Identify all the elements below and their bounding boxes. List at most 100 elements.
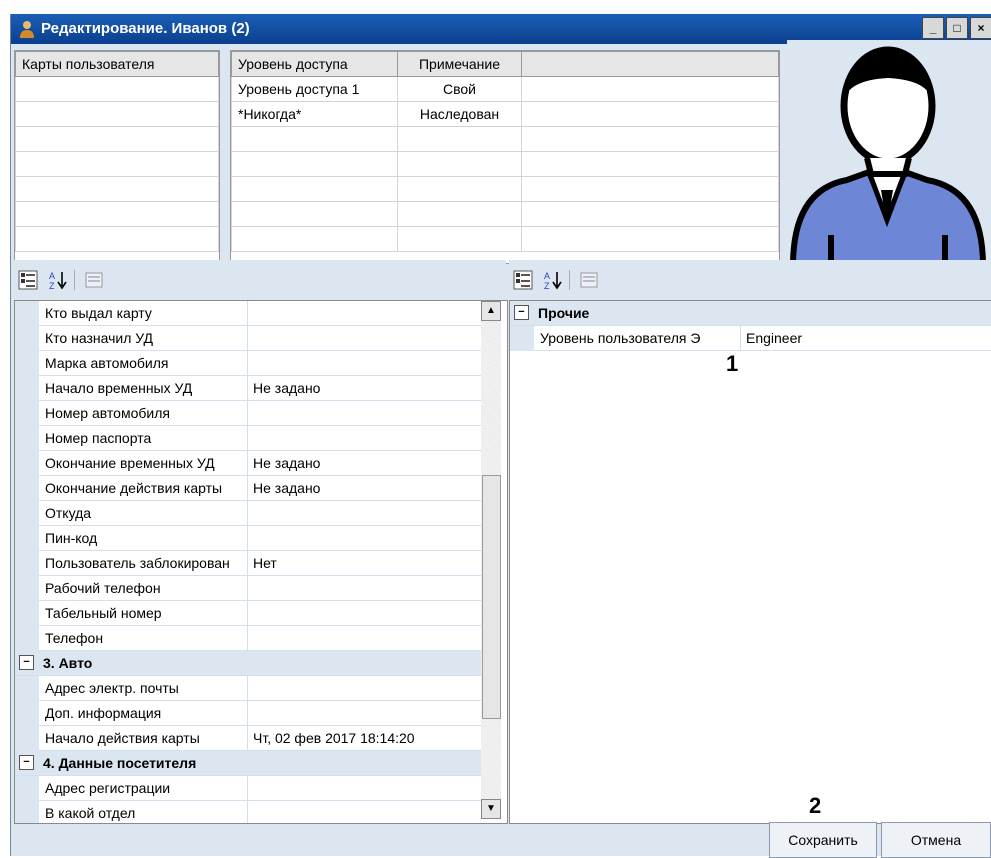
- column-separator[interactable]: [740, 326, 741, 350]
- table-row[interactable]: [15, 101, 219, 127]
- property-row[interactable]: Адрес электр. почты: [15, 676, 481, 701]
- column-separator[interactable]: [247, 526, 248, 550]
- left-property-grid[interactable]: Кто выдал карту Кто назначил УД Марка авто…: [14, 300, 508, 824]
- property-value[interactable]: Нет: [253, 555, 277, 571]
- categorized-icon[interactable]: [513, 270, 533, 290]
- property-name: В какой отдел: [45, 805, 136, 821]
- property-row[interactable]: Номер автомобиля: [15, 401, 481, 426]
- column-separator[interactable]: [247, 576, 248, 600]
- property-name: Марка автомобиля: [45, 355, 169, 371]
- property-row[interactable]: Доп. информация: [15, 701, 481, 726]
- table-row[interactable]: [15, 201, 219, 227]
- property-row[interactable]: Уровень пользователя Э Engineer: [510, 326, 991, 351]
- property-name: Окончание временных УД: [45, 455, 215, 471]
- property-row[interactable]: Начало действия карты Чт, 02 фев 2017 18:…: [15, 726, 481, 751]
- property-row[interactable]: Номер паспорта: [15, 426, 481, 451]
- column-separator[interactable]: [247, 801, 248, 823]
- row-gutter: [15, 626, 39, 651]
- close-button[interactable]: ×: [970, 17, 991, 39]
- table-row[interactable]: [231, 126, 779, 152]
- save-button[interactable]: Сохранить: [769, 822, 877, 858]
- column-separator[interactable]: [247, 351, 248, 375]
- column-separator[interactable]: [247, 301, 248, 325]
- scroll-up-button[interactable]: ▲: [481, 301, 501, 321]
- property-row[interactable]: Табельный номер: [15, 601, 481, 626]
- property-value[interactable]: Не задано: [253, 380, 320, 396]
- property-row[interactable]: Пользователь заблокирован Нет: [15, 551, 481, 576]
- collapse-icon[interactable]: −: [19, 655, 34, 670]
- cancel-button[interactable]: Отмена: [881, 822, 991, 858]
- scroll-down-button[interactable]: ▼: [481, 799, 501, 819]
- column-separator[interactable]: [247, 451, 248, 475]
- user-photo[interactable]: [787, 40, 991, 270]
- property-row[interactable]: Телефон: [15, 626, 481, 651]
- column-separator[interactable]: [247, 376, 248, 400]
- table-row[interactable]: [231, 201, 779, 227]
- table-row[interactable]: [15, 151, 219, 177]
- annotation-marker-2: 2: [809, 793, 822, 818]
- property-row[interactable]: Марка автомобиля: [15, 351, 481, 376]
- property-value[interactable]: Чт, 02 фев 2017 18:14:20: [253, 730, 415, 746]
- row-gutter: [15, 426, 39, 451]
- property-pages-icon[interactable]: [579, 270, 599, 290]
- table-row[interactable]: [231, 151, 779, 177]
- table-row[interactable]: Уровень доступа 1 Свой: [231, 76, 779, 102]
- property-name: Доп. информация: [45, 705, 162, 721]
- column-separator[interactable]: [247, 676, 248, 700]
- cards-grid[interactable]: Карты пользователя: [14, 50, 220, 264]
- collapse-icon[interactable]: −: [19, 755, 34, 770]
- property-category[interactable]: − Прочие: [510, 301, 991, 326]
- property-value[interactable]: Не задано: [253, 480, 320, 496]
- table-row[interactable]: [231, 226, 779, 252]
- vertical-scrollbar[interactable]: ▲ ▼: [481, 301, 501, 819]
- column-separator[interactable]: [247, 401, 248, 425]
- property-category[interactable]: −3. Авто: [15, 651, 481, 676]
- table-row[interactable]: [15, 126, 219, 152]
- property-value[interactable]: Engineer: [746, 330, 802, 346]
- scroll-thumb[interactable]: [482, 475, 501, 719]
- property-row[interactable]: В какой отдел: [15, 801, 481, 823]
- row-gutter: [15, 351, 39, 376]
- property-category[interactable]: −4. Данные посетителя: [15, 751, 481, 776]
- property-row[interactable]: Кто выдал карту: [15, 301, 481, 326]
- row-gutter: [15, 376, 39, 401]
- column-separator[interactable]: [247, 726, 248, 750]
- access-level-grid[interactable]: Уровень доступа Примечание Уровень досту…: [230, 50, 780, 264]
- categorized-icon[interactable]: [18, 270, 38, 290]
- table-row[interactable]: [231, 176, 779, 202]
- access-level-header[interactable]: Уровень доступа: [231, 51, 398, 77]
- left-toolbar: A Z: [14, 260, 506, 300]
- column-separator[interactable]: [247, 426, 248, 450]
- sort-az-icon[interactable]: A Z: [543, 270, 563, 290]
- collapse-icon[interactable]: −: [514, 305, 529, 320]
- table-row[interactable]: *Никогда* Наследован: [231, 101, 779, 127]
- property-row[interactable]: Откуда: [15, 501, 481, 526]
- property-row[interactable]: Кто назначил УД: [15, 326, 481, 351]
- property-row[interactable]: Адрес регистрации: [15, 776, 481, 801]
- property-row[interactable]: Начало временных УД Не задано: [15, 376, 481, 401]
- table-row[interactable]: [15, 226, 219, 252]
- row-gutter: [15, 526, 39, 551]
- minimize-button[interactable]: _: [922, 17, 944, 39]
- column-separator[interactable]: [247, 626, 248, 650]
- property-value[interactable]: Не задано: [253, 455, 320, 471]
- cards-header[interactable]: Карты пользователя: [15, 51, 219, 77]
- table-row[interactable]: [15, 176, 219, 202]
- property-row[interactable]: Пин-код: [15, 526, 481, 551]
- column-separator[interactable]: [247, 476, 248, 500]
- property-row[interactable]: Рабочий телефон: [15, 576, 481, 601]
- property-pages-icon[interactable]: [84, 270, 104, 290]
- right-property-grid[interactable]: − Прочие Уровень пользователя Э Engineer: [509, 300, 991, 824]
- sort-az-icon[interactable]: A Z: [48, 270, 68, 290]
- column-separator[interactable]: [247, 551, 248, 575]
- column-separator[interactable]: [247, 776, 248, 800]
- column-separator[interactable]: [247, 601, 248, 625]
- column-separator[interactable]: [247, 501, 248, 525]
- maximize-button[interactable]: □: [946, 17, 968, 39]
- property-row[interactable]: Окончание временных УД Не задано: [15, 451, 481, 476]
- column-separator[interactable]: [247, 701, 248, 725]
- table-row[interactable]: [15, 76, 219, 102]
- note-header[interactable]: Примечание: [397, 51, 522, 77]
- property-row[interactable]: Окончание действия карты Не задано: [15, 476, 481, 501]
- column-separator[interactable]: [247, 326, 248, 350]
